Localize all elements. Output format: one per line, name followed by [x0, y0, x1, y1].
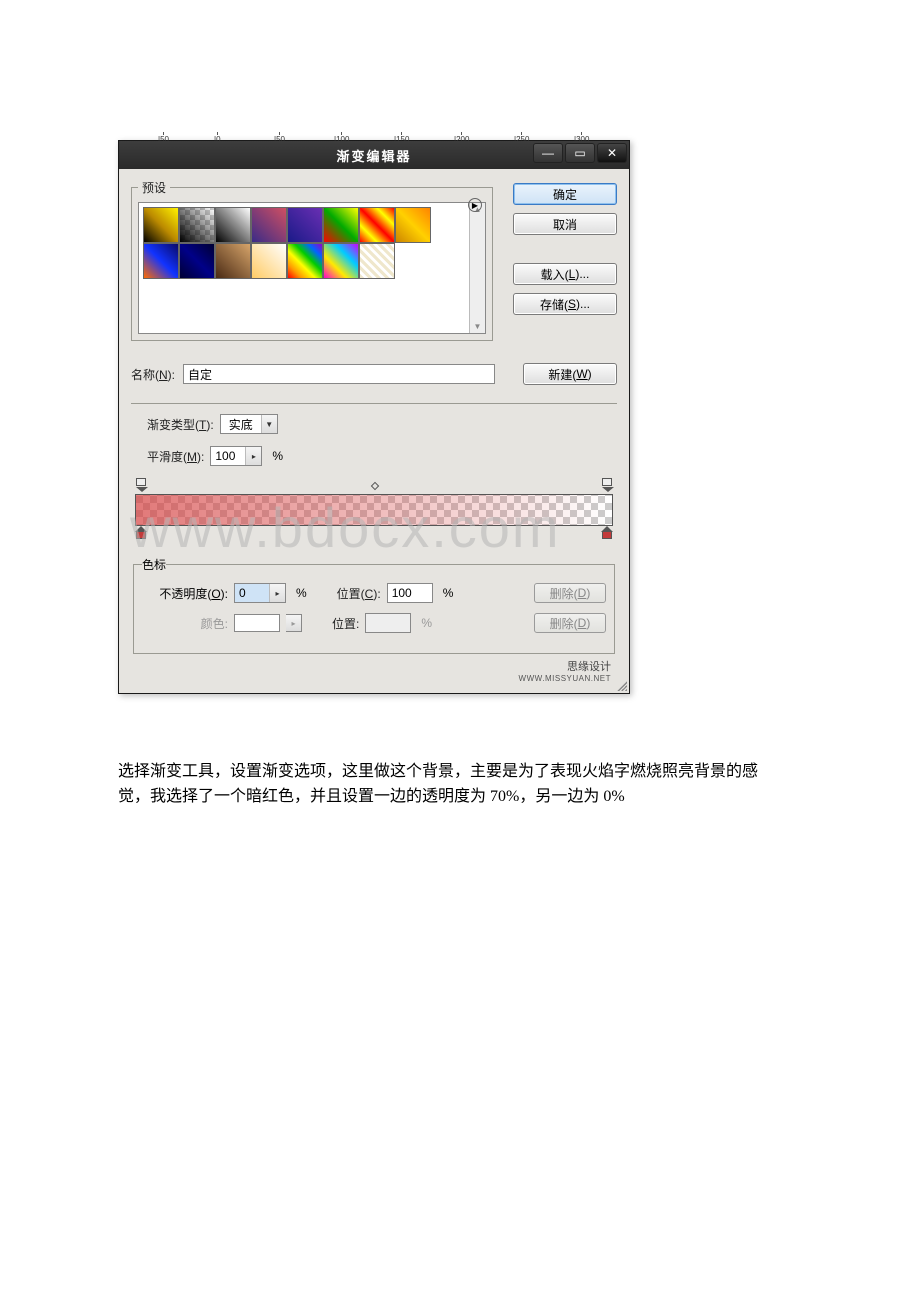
gradient-ramp: [133, 478, 615, 550]
preset-swatch[interactable]: [179, 207, 215, 243]
cancel-button[interactable]: 取消: [513, 213, 617, 235]
new-button[interactable]: 新建(W): [523, 363, 617, 385]
midpoint-diamond[interactable]: [370, 482, 378, 490]
position-label: 位置(C):: [337, 585, 381, 602]
preset-legend: 预设: [138, 179, 170, 196]
name-label: 名称(N):: [131, 366, 175, 383]
preset-swatch[interactable]: [143, 207, 179, 243]
position2-label: 位置:: [332, 615, 359, 632]
percent-label: %: [268, 449, 283, 463]
opacity-input[interactable]: ▸: [234, 583, 286, 603]
gradient-editor-dialog: 渐变编辑器 — ▭ ✕ 预设 ▶: [118, 140, 630, 694]
maximize-button[interactable]: ▭: [565, 143, 595, 163]
ok-button[interactable]: 确定: [513, 183, 617, 205]
gradient-settings: 渐变类型(T): 实底 ▼ 平滑度(M): ▸ %: [131, 403, 617, 654]
position-input[interactable]: [387, 583, 433, 603]
preset-swatch[interactable]: [215, 243, 251, 279]
preset-swatch[interactable]: [395, 207, 431, 243]
preset-swatch[interactable]: [359, 207, 395, 243]
gradient-bar[interactable]: [135, 494, 613, 526]
description-paragraph: 选择渐变工具，设置渐变选项，这里做这个背景，主要是为了表现火焰字燃烧照亮背景的感…: [118, 760, 772, 810]
preset-swatches: [139, 203, 469, 333]
preset-scrollbar[interactable]: ▲ ▼: [469, 203, 485, 333]
minimize-button[interactable]: —: [533, 143, 563, 163]
gradient-type-dropdown[interactable]: 实底 ▼: [220, 414, 278, 434]
preset-swatch[interactable]: [287, 243, 323, 279]
stops-legend: 色标: [142, 556, 166, 573]
chevron-down-icon: ▸: [286, 614, 302, 632]
canvas-ruler: |50 |0 |50 |100 |150 |200 |250 |300: [118, 132, 628, 140]
load-button[interactable]: 载入(L)...: [513, 263, 617, 285]
position2-input: [365, 613, 411, 633]
preset-swatch[interactable]: [323, 207, 359, 243]
name-input[interactable]: [183, 364, 495, 384]
smoothness-label: 平滑度(M):: [147, 448, 204, 465]
spinner-icon[interactable]: ▸: [245, 447, 261, 465]
preset-menu-icon[interactable]: ▶: [468, 198, 482, 212]
chevron-down-icon: ▼: [261, 415, 277, 433]
scroll-down-icon[interactable]: ▼: [474, 320, 482, 333]
delete-opacity-stop-button[interactable]: 删除(D): [534, 583, 606, 603]
preset-swatch[interactable]: [179, 243, 215, 279]
save-button[interactable]: 存储(S)...: [513, 293, 617, 315]
color-stop[interactable]: [135, 526, 147, 538]
preset-swatch[interactable]: [251, 207, 287, 243]
close-button[interactable]: ✕: [597, 143, 627, 163]
preset-swatch[interactable]: [287, 207, 323, 243]
color-well: [234, 614, 280, 632]
color-label: 颜色:: [142, 615, 228, 632]
titlebar[interactable]: 渐变编辑器 — ▭ ✕: [119, 141, 629, 169]
resize-grip-icon[interactable]: [615, 679, 627, 691]
preset-swatch[interactable]: [143, 243, 179, 279]
preset-swatch[interactable]: [251, 243, 287, 279]
opacity-label: 不透明度(O):: [142, 585, 228, 602]
spinner-icon[interactable]: ▸: [269, 584, 285, 602]
opacity-stop[interactable]: [135, 478, 147, 490]
footer-credit: 思缘设计 WWW.MISSYUAN.NET: [131, 654, 617, 687]
opacity-stop[interactable]: [601, 478, 613, 490]
preset-fieldset: 预设 ▶: [131, 179, 493, 341]
preset-swatch[interactable]: [323, 243, 359, 279]
color-stop[interactable]: [601, 526, 613, 538]
smoothness-input[interactable]: ▸: [210, 446, 262, 466]
delete-color-stop-button: 删除(D): [534, 613, 606, 633]
gradient-type-label: 渐变类型(T):: [147, 416, 214, 433]
preset-swatch[interactable]: [215, 207, 251, 243]
stops-fieldset: 色标 不透明度(O): ▸ % 位置(C): % 删除(D): [133, 556, 615, 654]
preset-swatch[interactable]: [359, 243, 395, 279]
